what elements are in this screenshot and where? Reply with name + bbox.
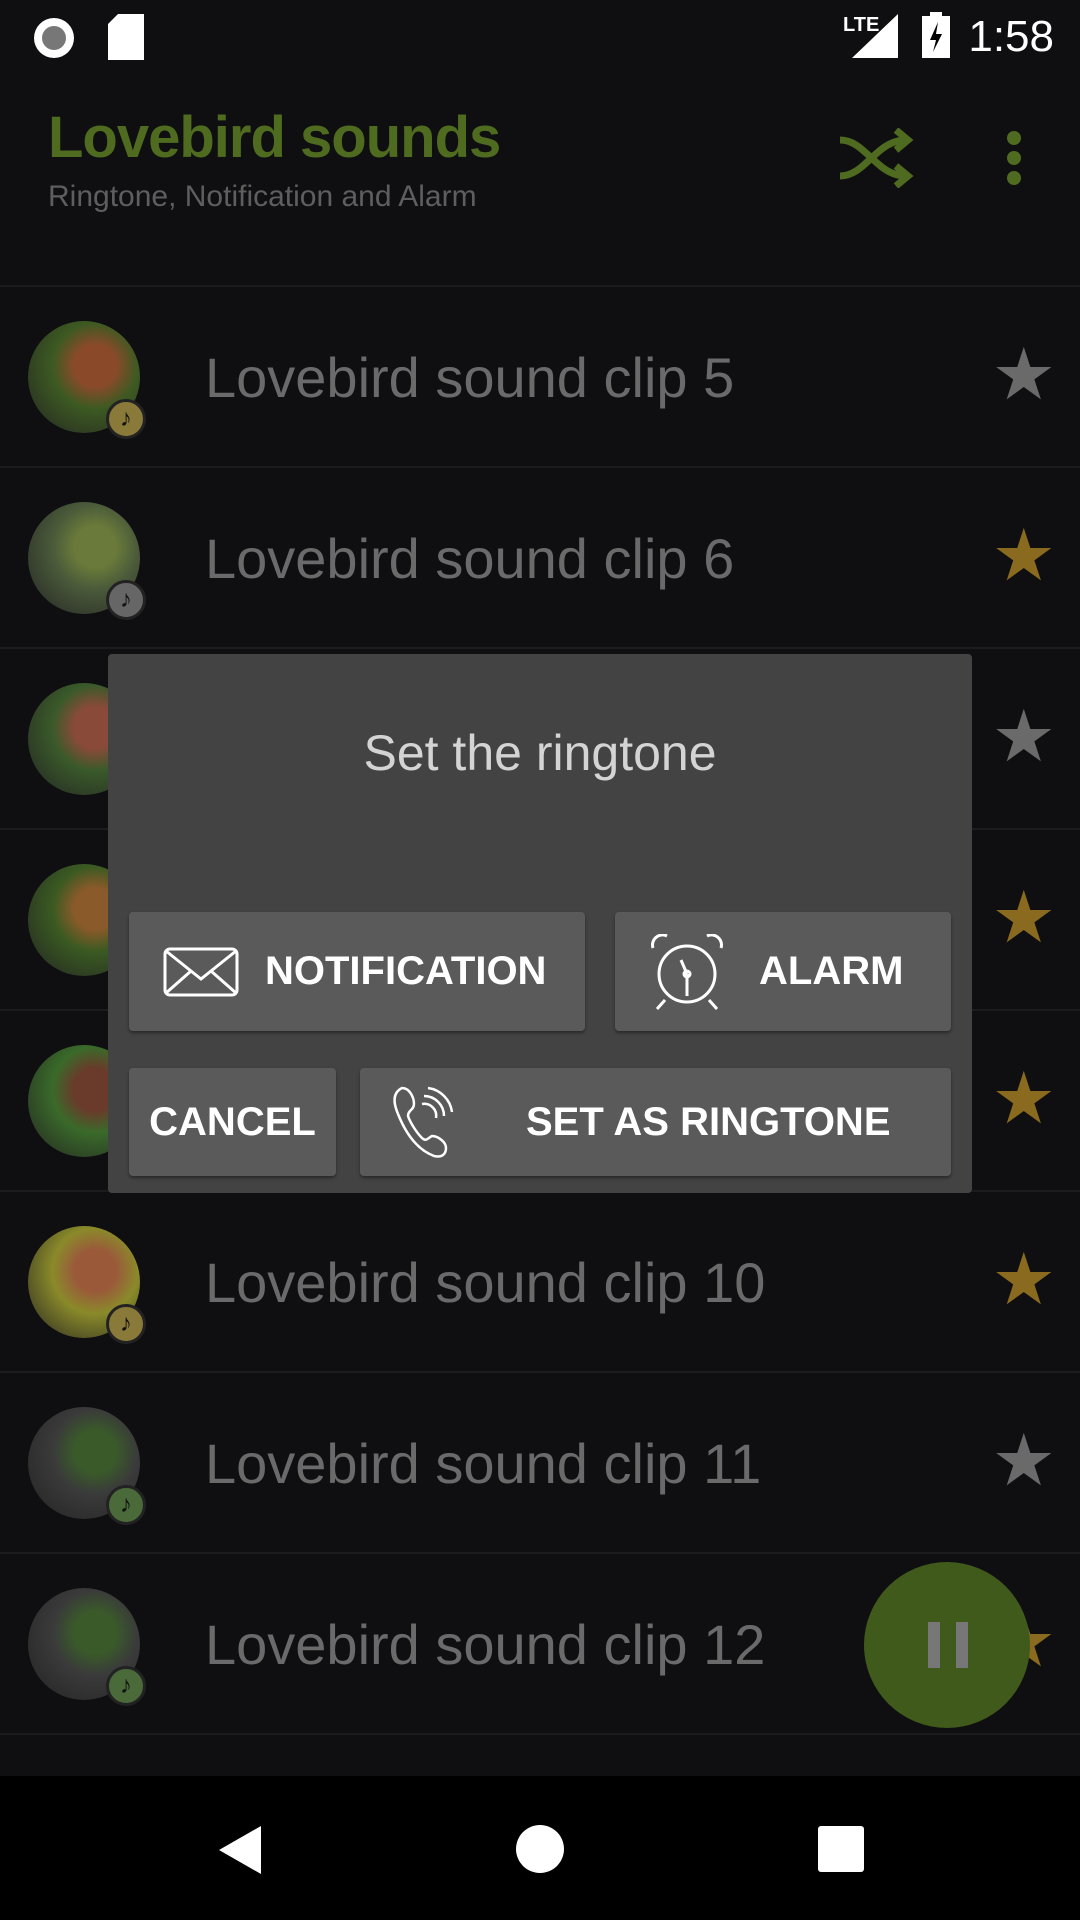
list-item-label: Lovebird sound clip 11 (205, 1432, 762, 1495)
pause-button[interactable] (864, 1562, 1030, 1728)
list-item[interactable]: ♪ Lovebird sound clip 11 ★ (0, 1373, 1080, 1554)
list-item[interactable]: ♪ Lovebird sound clip 6 ★ (0, 468, 1080, 649)
status-bar: LTE 1:58 (0, 0, 1080, 72)
favorite-star-icon[interactable]: ★ (991, 520, 1056, 592)
cancel-label: CANCEL (149, 1099, 316, 1144)
favorite-star-icon[interactable]: ★ (991, 882, 1056, 954)
set-ringtone-dialog: Set the ringtone NOTIFICATION ALARM CANC… (108, 654, 972, 1193)
clock: 1:58 (968, 12, 1054, 61)
battery-charging-icon (922, 12, 950, 58)
list-item[interactable]: ♪ Lovebird sound clip 10 ★ (0, 1192, 1080, 1373)
more-vert-icon[interactable] (1004, 130, 1024, 186)
favorite-star-icon[interactable]: ★ (991, 1063, 1056, 1135)
app-subtitle: Ringtone, Notification and Alarm (48, 180, 477, 213)
pause-icon (928, 1622, 968, 1668)
alarm-button[interactable]: ALARM (615, 912, 951, 1031)
signal-icon (852, 14, 898, 58)
list-item-label: Lovebird sound clip 12 (205, 1613, 766, 1676)
alarm-label: ALARM (759, 949, 904, 993)
recents-icon[interactable] (818, 1826, 864, 1872)
notification-label: NOTIFICATION (265, 949, 547, 993)
app-title: Lovebird sounds (48, 105, 501, 170)
list-item-label: Lovebird sound clip 6 (205, 527, 735, 590)
back-icon[interactable] (215, 1824, 265, 1876)
favorite-star-icon[interactable]: ★ (991, 701, 1056, 773)
list-item-label: Lovebird sound clip 10 (205, 1251, 766, 1314)
favorite-star-icon[interactable]: ★ (991, 1244, 1056, 1316)
navigation-bar (0, 1776, 1080, 1920)
music-note-icon: ♪ (106, 580, 146, 620)
music-note-icon: ♪ (106, 399, 146, 439)
music-note-icon: ♪ (106, 1666, 146, 1706)
favorite-star-icon[interactable]: ★ (991, 1425, 1056, 1497)
alarm-clock-icon (651, 933, 723, 1010)
music-note-icon: ♪ (106, 1304, 146, 1344)
dialog-title: Set the ringtone (363, 725, 717, 781)
music-note-icon: ♪ (106, 1485, 146, 1525)
notification-button[interactable]: NOTIFICATION (129, 912, 585, 1031)
cancel-button[interactable]: CANCEL (129, 1068, 336, 1176)
set-as-ringtone-button[interactable]: SET AS RINGTONE (360, 1068, 951, 1176)
phone-ringing-icon (393, 1086, 454, 1158)
shuffle-icon[interactable] (836, 128, 916, 188)
home-icon[interactable] (515, 1824, 565, 1874)
list-item[interactable]: ♪ Lovebird sound clip 5 ★ (0, 287, 1080, 468)
sd-card-icon (108, 14, 144, 60)
set-as-ringtone-label: SET AS RINGTONE (526, 1099, 891, 1144)
envelope-icon (163, 947, 239, 996)
record-icon (34, 18, 74, 58)
list-item-label: Lovebird sound clip 5 (205, 346, 735, 409)
toolbar: Lovebird sounds Ringtone, Notification a… (0, 72, 1080, 240)
favorite-star-icon[interactable]: ★ (991, 339, 1056, 411)
